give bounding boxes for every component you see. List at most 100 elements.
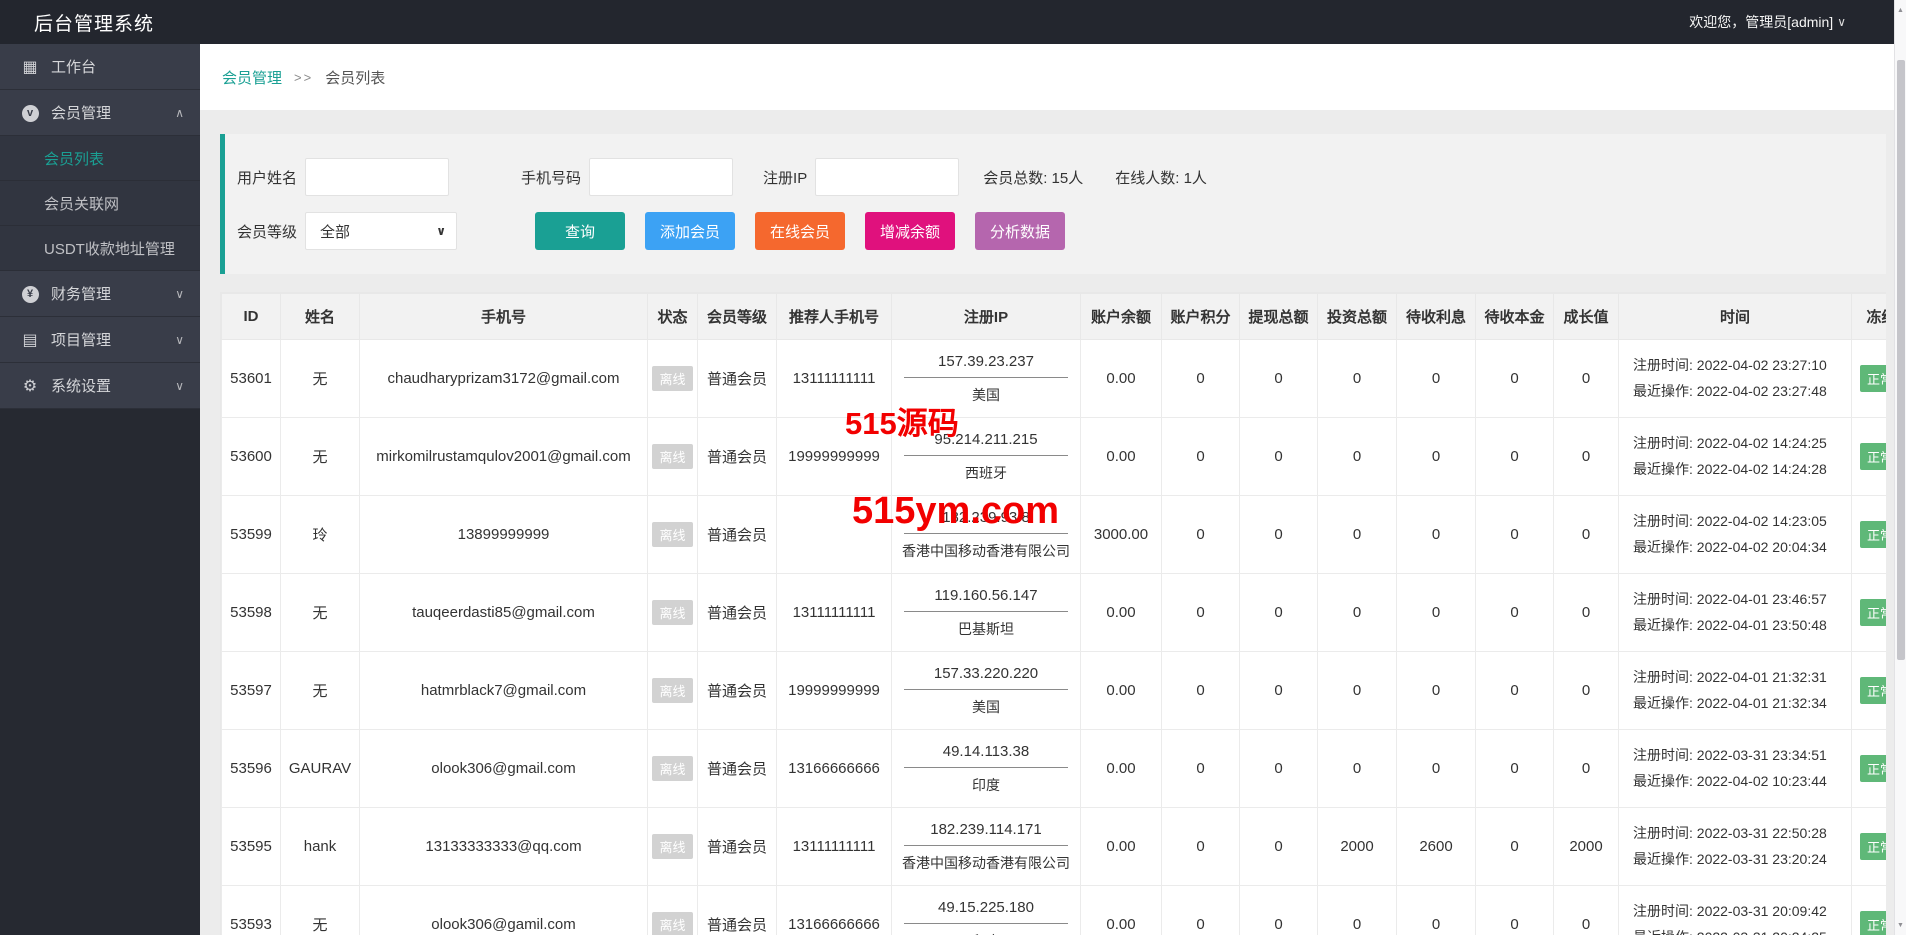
- add-member-button[interactable]: 添加会员: [645, 212, 735, 250]
- cell-freeze: 正常: [1852, 730, 1887, 808]
- user-menu[interactable]: 欢迎您，管理员[admin] ∨: [1689, 12, 1846, 32]
- cell-level: 普通会员: [698, 496, 777, 574]
- freeze-status-badge[interactable]: 正常: [1860, 443, 1886, 470]
- cell-freeze: 正常: [1852, 886, 1887, 935]
- cell-balance: 0.00: [1081, 730, 1162, 808]
- freeze-status-badge[interactable]: 正常: [1860, 911, 1886, 935]
- last-action-value: 2022-04-01 23:50:48: [1697, 617, 1827, 633]
- sidebar-item-workbench[interactable]: ▦ 工作台: [0, 44, 200, 90]
- register-ip-input[interactable]: [815, 158, 959, 196]
- vertical-scrollbar[interactable]: ▲ ▼: [1894, 0, 1906, 935]
- cell-pending-principal: 0: [1476, 574, 1554, 652]
- phone-label: 手机号码: [521, 167, 581, 188]
- top-header: 后台管理系统 欢迎您，管理员[admin] ∨: [0, 0, 1906, 44]
- cell-id: 53598: [222, 574, 281, 652]
- cell-id: 53597: [222, 652, 281, 730]
- column-header-11: 投资总额: [1318, 294, 1397, 340]
- member-total-stat: 会员总数: 15人: [983, 167, 1083, 188]
- last-action-label: 最近操作:: [1633, 461, 1697, 477]
- sidebar-item-member-network[interactable]: 会员关联网: [0, 181, 200, 226]
- breadcrumb-parent-link[interactable]: 会员管理: [222, 67, 282, 88]
- scrollbar-thumb[interactable]: [1897, 60, 1905, 660]
- freeze-status-badge[interactable]: 正常: [1860, 521, 1886, 548]
- ip-link[interactable]: 95.214.211.215: [904, 431, 1068, 456]
- grid-icon: ▦: [18, 57, 42, 77]
- cell-name: 无: [281, 886, 360, 935]
- sidebar-item-label: 项目管理: [51, 329, 111, 350]
- ip-link[interactable]: 182.239.93.8: [904, 509, 1068, 534]
- sidebar-item-finance-management[interactable]: ¥ 财务管理 ∨: [0, 271, 200, 317]
- cell-phone: 13133333333@qq.com: [360, 808, 648, 886]
- sidebar-item-member-list[interactable]: 会员列表: [0, 136, 200, 181]
- cell-phone: olook306@gamil.com: [360, 886, 648, 935]
- cell-balance: 0.00: [1081, 418, 1162, 496]
- freeze-status-badge[interactable]: 正常: [1860, 755, 1886, 782]
- member-table: ID姓名手机号状态会员等级推荐人手机号注册IP账户余额账户积分提现总额投资总额待…: [220, 292, 1886, 935]
- cell-invest-total: 0: [1318, 418, 1397, 496]
- ip-link[interactable]: 157.39.23.237: [904, 353, 1068, 378]
- cell-id: 53596: [222, 730, 281, 808]
- sidebar-item-project-management[interactable]: ▤ 项目管理 ∨: [0, 317, 200, 363]
- column-header-2: 姓名: [281, 294, 360, 340]
- cell-register-ip: 95.214.211.215 西班牙: [892, 418, 1081, 496]
- last-action-value: 2022-04-02 14:24:28: [1697, 461, 1827, 477]
- ip-link[interactable]: 157.33.220.220: [904, 665, 1068, 690]
- cell-withdraw-total: 0: [1240, 730, 1318, 808]
- analyze-data-button[interactable]: 分析数据: [975, 212, 1065, 250]
- breadcrumb-current: 会员列表: [325, 67, 385, 88]
- register-time-value: 2022-03-31 23:34:51: [1697, 747, 1827, 763]
- cell-pending-interest: 0: [1397, 574, 1476, 652]
- cell-growth: 0: [1554, 886, 1619, 935]
- adjust-balance-button[interactable]: 增减余额: [865, 212, 955, 250]
- cell-referrer: 13166666666: [777, 730, 892, 808]
- cell-points: 0: [1162, 808, 1240, 886]
- chevron-up-icon: ∧: [175, 106, 184, 120]
- column-header-3: 手机号: [360, 294, 648, 340]
- register-time-label: 注册时间:: [1633, 435, 1697, 451]
- cell-pending-principal: 0: [1476, 886, 1554, 935]
- freeze-status-badge[interactable]: 正常: [1860, 833, 1886, 860]
- cell-invest-total: 0: [1318, 886, 1397, 935]
- cell-phone: chaudharyprizam3172@gmail.com: [360, 340, 648, 418]
- online-members-button[interactable]: 在线会员: [755, 212, 845, 250]
- cell-withdraw-total: 0: [1240, 652, 1318, 730]
- cell-balance: 0.00: [1081, 808, 1162, 886]
- table-row: 53593 无 olook306@gamil.com 离线 普通会员 13166…: [222, 886, 1887, 935]
- user-menu-label: 欢迎您，管理员[admin]: [1689, 12, 1833, 32]
- ip-link[interactable]: 182.239.114.171: [904, 821, 1068, 846]
- scroll-up-arrow-icon[interactable]: ▲: [1895, 2, 1906, 18]
- scroll-down-arrow-icon[interactable]: ▼: [1895, 917, 1906, 933]
- gear-icon: ⚙: [18, 376, 42, 396]
- column-header-6: 推荐人手机号: [777, 294, 892, 340]
- ip-location: 印度: [972, 777, 1000, 793]
- column-header-4: 状态: [648, 294, 698, 340]
- column-header-9: 账户积分: [1162, 294, 1240, 340]
- cell-name: 无: [281, 574, 360, 652]
- ip-link[interactable]: 49.14.113.38: [904, 743, 1068, 768]
- ip-link[interactable]: 119.160.56.147: [904, 587, 1068, 612]
- online-count-stat: 在线人数: 1人: [1115, 167, 1207, 188]
- sidebar-item-system-settings[interactable]: ⚙ 系统设置 ∨: [0, 363, 200, 409]
- cell-level: 普通会员: [698, 340, 777, 418]
- cell-referrer: [777, 496, 892, 574]
- freeze-status-badge[interactable]: 正常: [1860, 365, 1886, 392]
- cell-status: 离线: [648, 574, 698, 652]
- status-badge: 离线: [652, 522, 692, 547]
- sidebar-item-member-management[interactable]: v 会员管理 ∧: [0, 90, 200, 136]
- freeze-status-badge[interactable]: 正常: [1860, 599, 1886, 626]
- ip-link[interactable]: 49.15.225.180: [904, 899, 1068, 924]
- register-time-value: 2022-04-01 21:32:31: [1697, 669, 1827, 685]
- sidebar-item-usdt-address[interactable]: USDT收款地址管理: [0, 226, 200, 271]
- freeze-status-badge[interactable]: 正常: [1860, 677, 1886, 704]
- cell-register-ip: 157.33.220.220 美国: [892, 652, 1081, 730]
- register-time-value: 2022-04-02 23:27:10: [1697, 357, 1827, 373]
- cell-points: 0: [1162, 652, 1240, 730]
- username-input[interactable]: [305, 158, 449, 196]
- query-button[interactable]: 查询: [535, 212, 625, 250]
- last-action-value: 2022-03-31 23:20:24: [1697, 851, 1827, 867]
- cell-phone: olook306@gmail.com: [360, 730, 648, 808]
- cell-pending-interest: 0: [1397, 886, 1476, 935]
- phone-input[interactable]: [589, 158, 733, 196]
- member-level-select[interactable]: 全部 ∨: [305, 212, 457, 250]
- cell-growth: 0: [1554, 574, 1619, 652]
